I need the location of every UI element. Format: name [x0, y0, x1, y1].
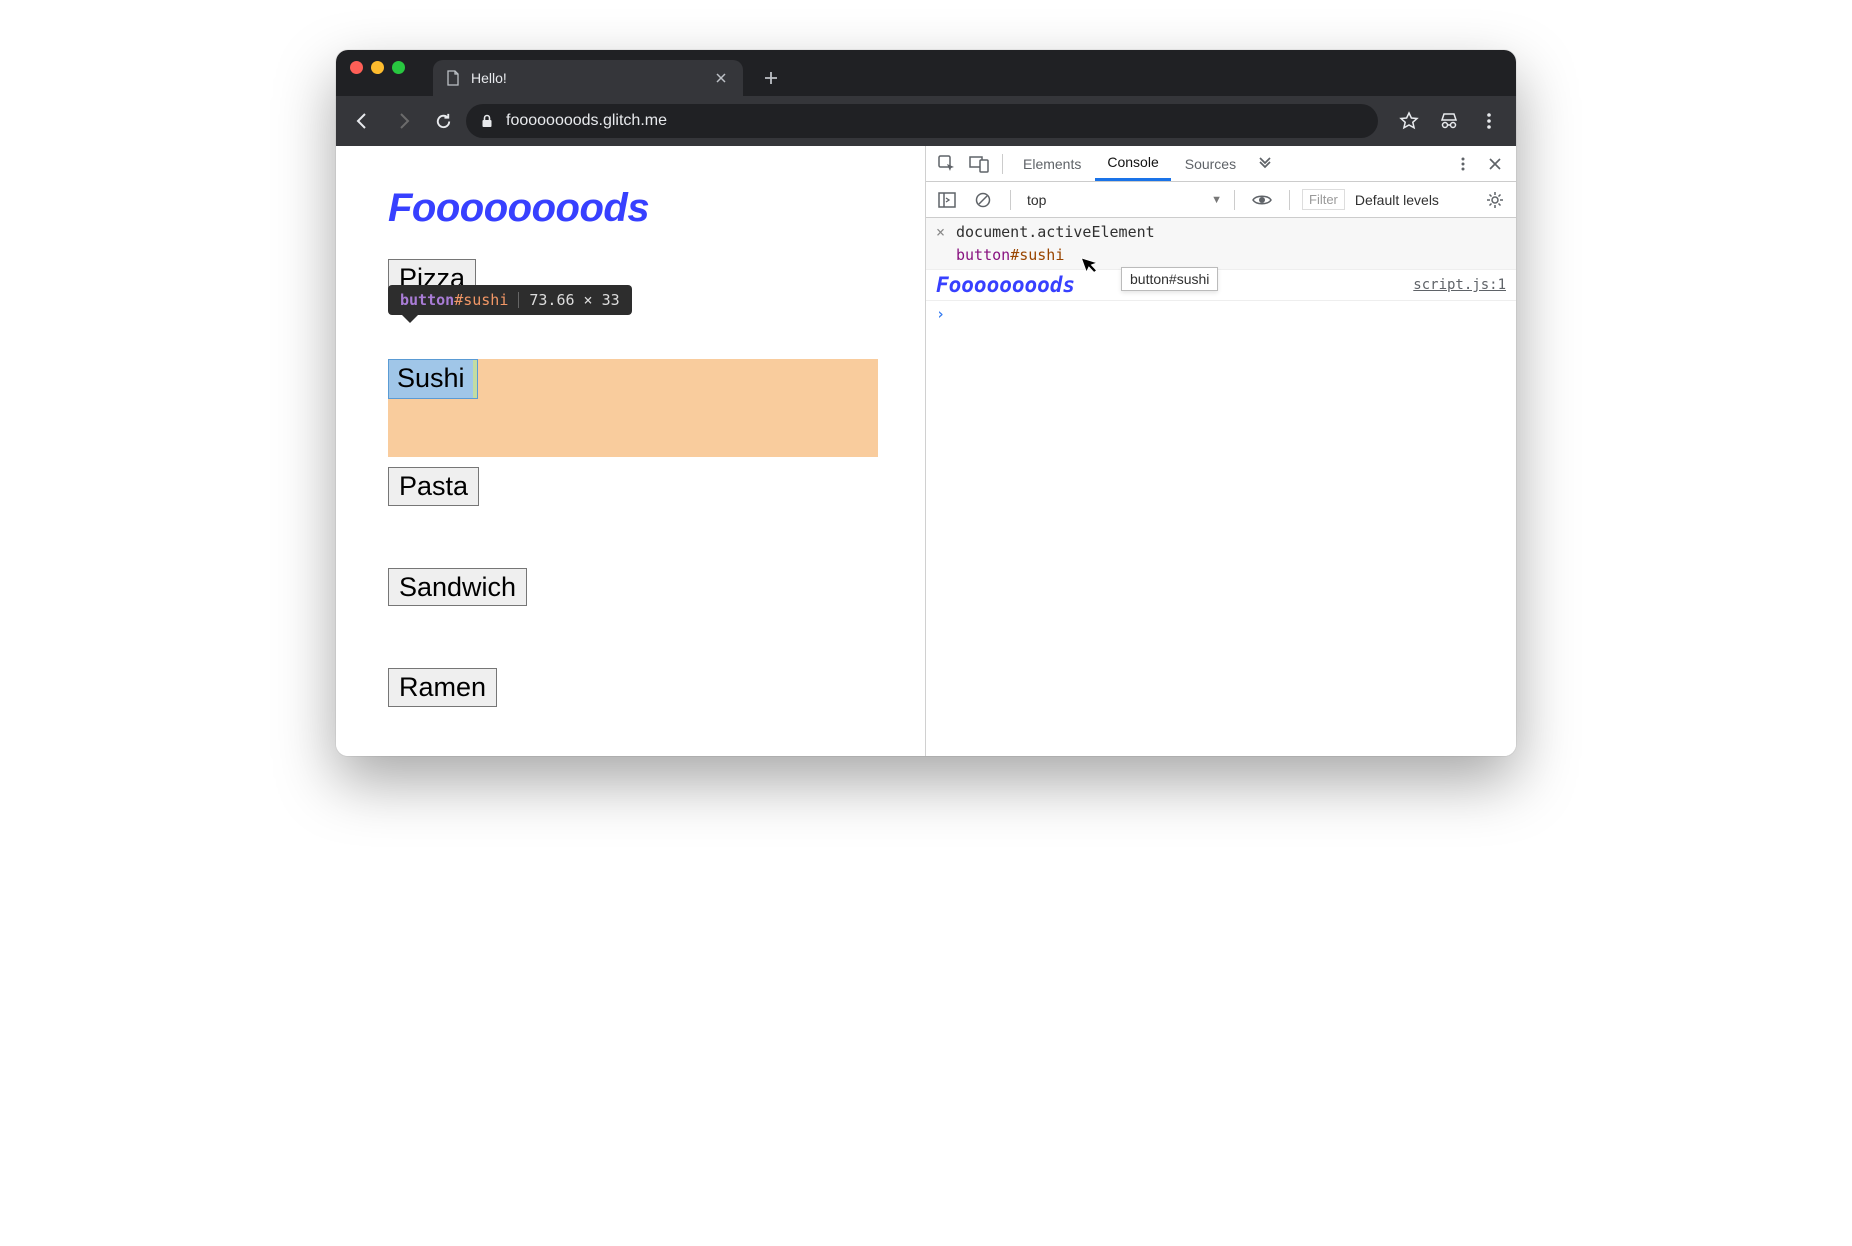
pasta-button[interactable]: Pasta	[388, 467, 479, 505]
inspect-element-icon[interactable]	[932, 149, 962, 179]
tab-elements[interactable]: Elements	[1011, 146, 1093, 181]
log-source-link[interactable]: script.js:1	[1413, 277, 1506, 293]
content-area: Foooooooods Pizza button#sushi 73.66 × 3…	[336, 146, 1516, 756]
eager-evaluation-row: × document.activeElement button#sushi	[926, 218, 1516, 270]
log-levels-select[interactable]: Default levels	[1351, 192, 1443, 208]
devtools-close-icon[interactable]	[1480, 149, 1510, 179]
rendered-page: Foooooooods Pizza button#sushi 73.66 × 3…	[336, 146, 926, 756]
browser-menu-icon[interactable]	[1472, 104, 1506, 138]
device-toolbar-icon[interactable]	[964, 149, 994, 179]
devtools-menu-icon[interactable]	[1448, 149, 1478, 179]
clear-console-icon[interactable]	[968, 185, 998, 215]
new-tab-button[interactable]	[761, 68, 781, 88]
element-inspector-tooltip: button#sushi 73.66 × 33	[388, 285, 632, 315]
execution-context-select[interactable]: top ▼	[1027, 192, 1222, 208]
filter-input[interactable]: Filter	[1302, 189, 1345, 210]
live-expression-result[interactable]: button#sushi	[956, 244, 1155, 267]
bookmark-star-icon[interactable]	[1392, 104, 1426, 138]
hover-tooltip: button#sushi	[1121, 267, 1218, 291]
tooltip-tag: button	[400, 291, 454, 309]
ramen-button[interactable]: Ramen	[388, 668, 497, 706]
collapse-expression-icon[interactable]: ×	[936, 221, 948, 266]
console-settings-icon[interactable]	[1480, 185, 1510, 215]
log-message: Foooooooods	[936, 273, 1075, 297]
live-expression-text: document.activeElement	[956, 221, 1155, 244]
console-sidebar-toggle-icon[interactable]	[932, 185, 962, 215]
console-log-row: Foooooooods script.js:1	[926, 270, 1516, 301]
browser-tab[interactable]: Hello!	[433, 60, 743, 96]
box-model-margin-overlay: Sushi	[388, 359, 878, 457]
minimize-window-button[interactable]	[371, 61, 384, 74]
more-tabs-icon[interactable]	[1250, 149, 1280, 179]
dropdown-arrow-icon: ▼	[1211, 194, 1222, 206]
maximize-window-button[interactable]	[392, 61, 405, 74]
tab-title: Hello!	[471, 70, 701, 86]
devtools-tab-bar: Elements Console Sources	[926, 146, 1516, 182]
console-prompt[interactable]: ›	[926, 301, 1516, 327]
tab-sources[interactable]: Sources	[1173, 146, 1248, 181]
close-tab-icon[interactable]	[711, 68, 731, 88]
console-toolbar: top ▼ Filter Default levels	[926, 182, 1516, 218]
context-label: top	[1027, 192, 1046, 208]
url-toolbar: foooooooods.glitch.me	[336, 96, 1516, 146]
close-window-button[interactable]	[350, 61, 363, 74]
reload-button[interactable]	[426, 104, 460, 138]
tooltip-dimensions: 73.66 × 33	[529, 291, 619, 309]
prompt-chevron-icon: ›	[936, 305, 945, 323]
title-bar: Hello!	[336, 50, 1516, 96]
tab-console[interactable]: Console	[1095, 146, 1170, 181]
page-icon	[445, 70, 461, 86]
console-output: × document.activeElement button#sushi bu…	[926, 218, 1516, 756]
window-controls	[350, 50, 433, 96]
devtools-panel: Elements Console Sources	[926, 146, 1516, 756]
tooltip-id: #sushi	[454, 291, 508, 309]
lock-icon	[480, 114, 494, 128]
address-bar[interactable]: foooooooods.glitch.me	[466, 104, 1378, 138]
live-expression-icon[interactable]	[1247, 185, 1277, 215]
url-text: foooooooods.glitch.me	[506, 112, 667, 130]
sandwich-button[interactable]: Sandwich	[388, 568, 527, 606]
page-heading: Foooooooods	[388, 186, 873, 231]
sushi-button[interactable]: Sushi	[389, 360, 473, 398]
back-button[interactable]	[346, 104, 380, 138]
box-model-content-overlay: Sushi	[388, 359, 478, 399]
forward-button[interactable]	[386, 104, 420, 138]
incognito-icon[interactable]	[1432, 104, 1466, 138]
browser-window: Hello! foooooooods.glitch.me	[336, 50, 1516, 756]
